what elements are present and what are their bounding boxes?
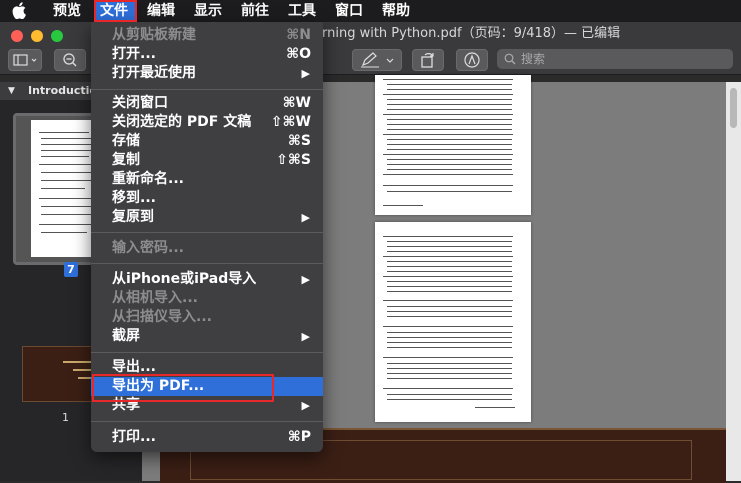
disclosure-triangle-icon: ▼ [8, 86, 15, 96]
markup-toolbar-button[interactable] [456, 49, 488, 71]
submenu-arrow-icon: ▶ [301, 273, 310, 286]
submenu-arrow-icon: ▶ [301, 67, 310, 80]
menu-item-revert-to[interactable]: 复原到 ▶ [91, 208, 323, 227]
zoom-window-button[interactable] [51, 30, 63, 42]
pdf-page-upper [375, 75, 531, 215]
scrollbar-thumb[interactable] [730, 88, 737, 128]
menu-item-print[interactable]: 打印... ⌘P [91, 428, 323, 447]
markup-pen-button[interactable] [352, 49, 402, 71]
menu-item-import-from-iphone[interactable]: 从iPhone或iPad导入 ▶ [91, 270, 323, 289]
pdf-page-lower [375, 222, 531, 422]
menu-item-save[interactable]: 存储 ⌘S [91, 132, 323, 151]
menu-go[interactable]: 前往 [241, 0, 269, 22]
menu-separator [91, 421, 323, 422]
menu-preview[interactable]: 预览 [53, 0, 81, 22]
menu-tools[interactable]: 工具 [288, 0, 316, 22]
thumbnail-page-number-selected: 7 [64, 262, 78, 277]
sidebar-toggle-button[interactable] [8, 49, 42, 71]
menu-item-duplicate[interactable]: 复制 ⇧⌘S [91, 151, 323, 170]
submenu-arrow-icon: ▶ [301, 211, 310, 224]
sidebar-icon [13, 54, 37, 66]
thumbnail-page-number: 1 [62, 411, 69, 424]
menu-item-open-recent[interactable]: 打开最近使用 ▶ [91, 64, 323, 83]
annotation-box-export-pdf [92, 374, 274, 402]
menu-item-enter-password: 输入密码... [112, 240, 184, 256]
menu-item-move-to[interactable]: 移到... [91, 189, 323, 208]
submenu-arrow-icon: ▶ [301, 330, 310, 343]
menu-separator [91, 352, 323, 353]
menu-item-new-from-clipboard: 从剪贴板新建 ⌘N [112, 27, 311, 43]
pen-icon [361, 52, 394, 68]
window-title: rning with Python.pdf（页码：9/418）— 已编辑 [322, 26, 621, 41]
markup-icon [464, 52, 480, 68]
menu-separator [91, 263, 323, 264]
zoom-out-icon [63, 53, 77, 67]
menu-item-close-selected-pdf[interactable]: 关闭选定的 PDF 文稿 ⇧⌘W [91, 113, 323, 132]
menu-item-rename[interactable]: 重新命名... [91, 170, 323, 189]
minimize-window-button[interactable] [31, 30, 43, 42]
menu-separator [91, 89, 323, 90]
submenu-arrow-icon: ▶ [301, 399, 310, 412]
zoom-out-button[interactable] [54, 49, 86, 71]
search-field[interactable]: 搜索 [497, 49, 733, 69]
menu-help[interactable]: 帮助 [382, 0, 410, 22]
menu-item-screenshot[interactable]: 截屏 ▶ [91, 327, 323, 346]
search-icon [504, 53, 516, 65]
menu-item-open[interactable]: 打开... ⌘O [91, 45, 323, 64]
menu-item-close-window[interactable]: 关闭窗口 ⌘W [91, 94, 323, 113]
rotate-button[interactable] [412, 49, 444, 71]
rotate-icon [421, 53, 434, 68]
apple-icon[interactable] [12, 2, 26, 19]
menu-edit[interactable]: 编辑 [147, 0, 175, 22]
menu-file-label: 文件 [100, 3, 128, 19]
close-window-button[interactable] [11, 30, 23, 42]
menu-item-import-from-scanner: 从扫描仪导入... [112, 309, 212, 325]
search-placeholder: 搜索 [521, 52, 546, 66]
vertical-scrollbar[interactable] [726, 82, 741, 481]
menu-window[interactable]: 窗口 [335, 0, 363, 22]
menu-item-import-from-camera: 从相机导入... [112, 290, 198, 306]
menu-separator [91, 232, 323, 233]
menu-view[interactable]: 显示 [194, 0, 222, 22]
sidebar-document-title: Introductio [28, 84, 97, 97]
